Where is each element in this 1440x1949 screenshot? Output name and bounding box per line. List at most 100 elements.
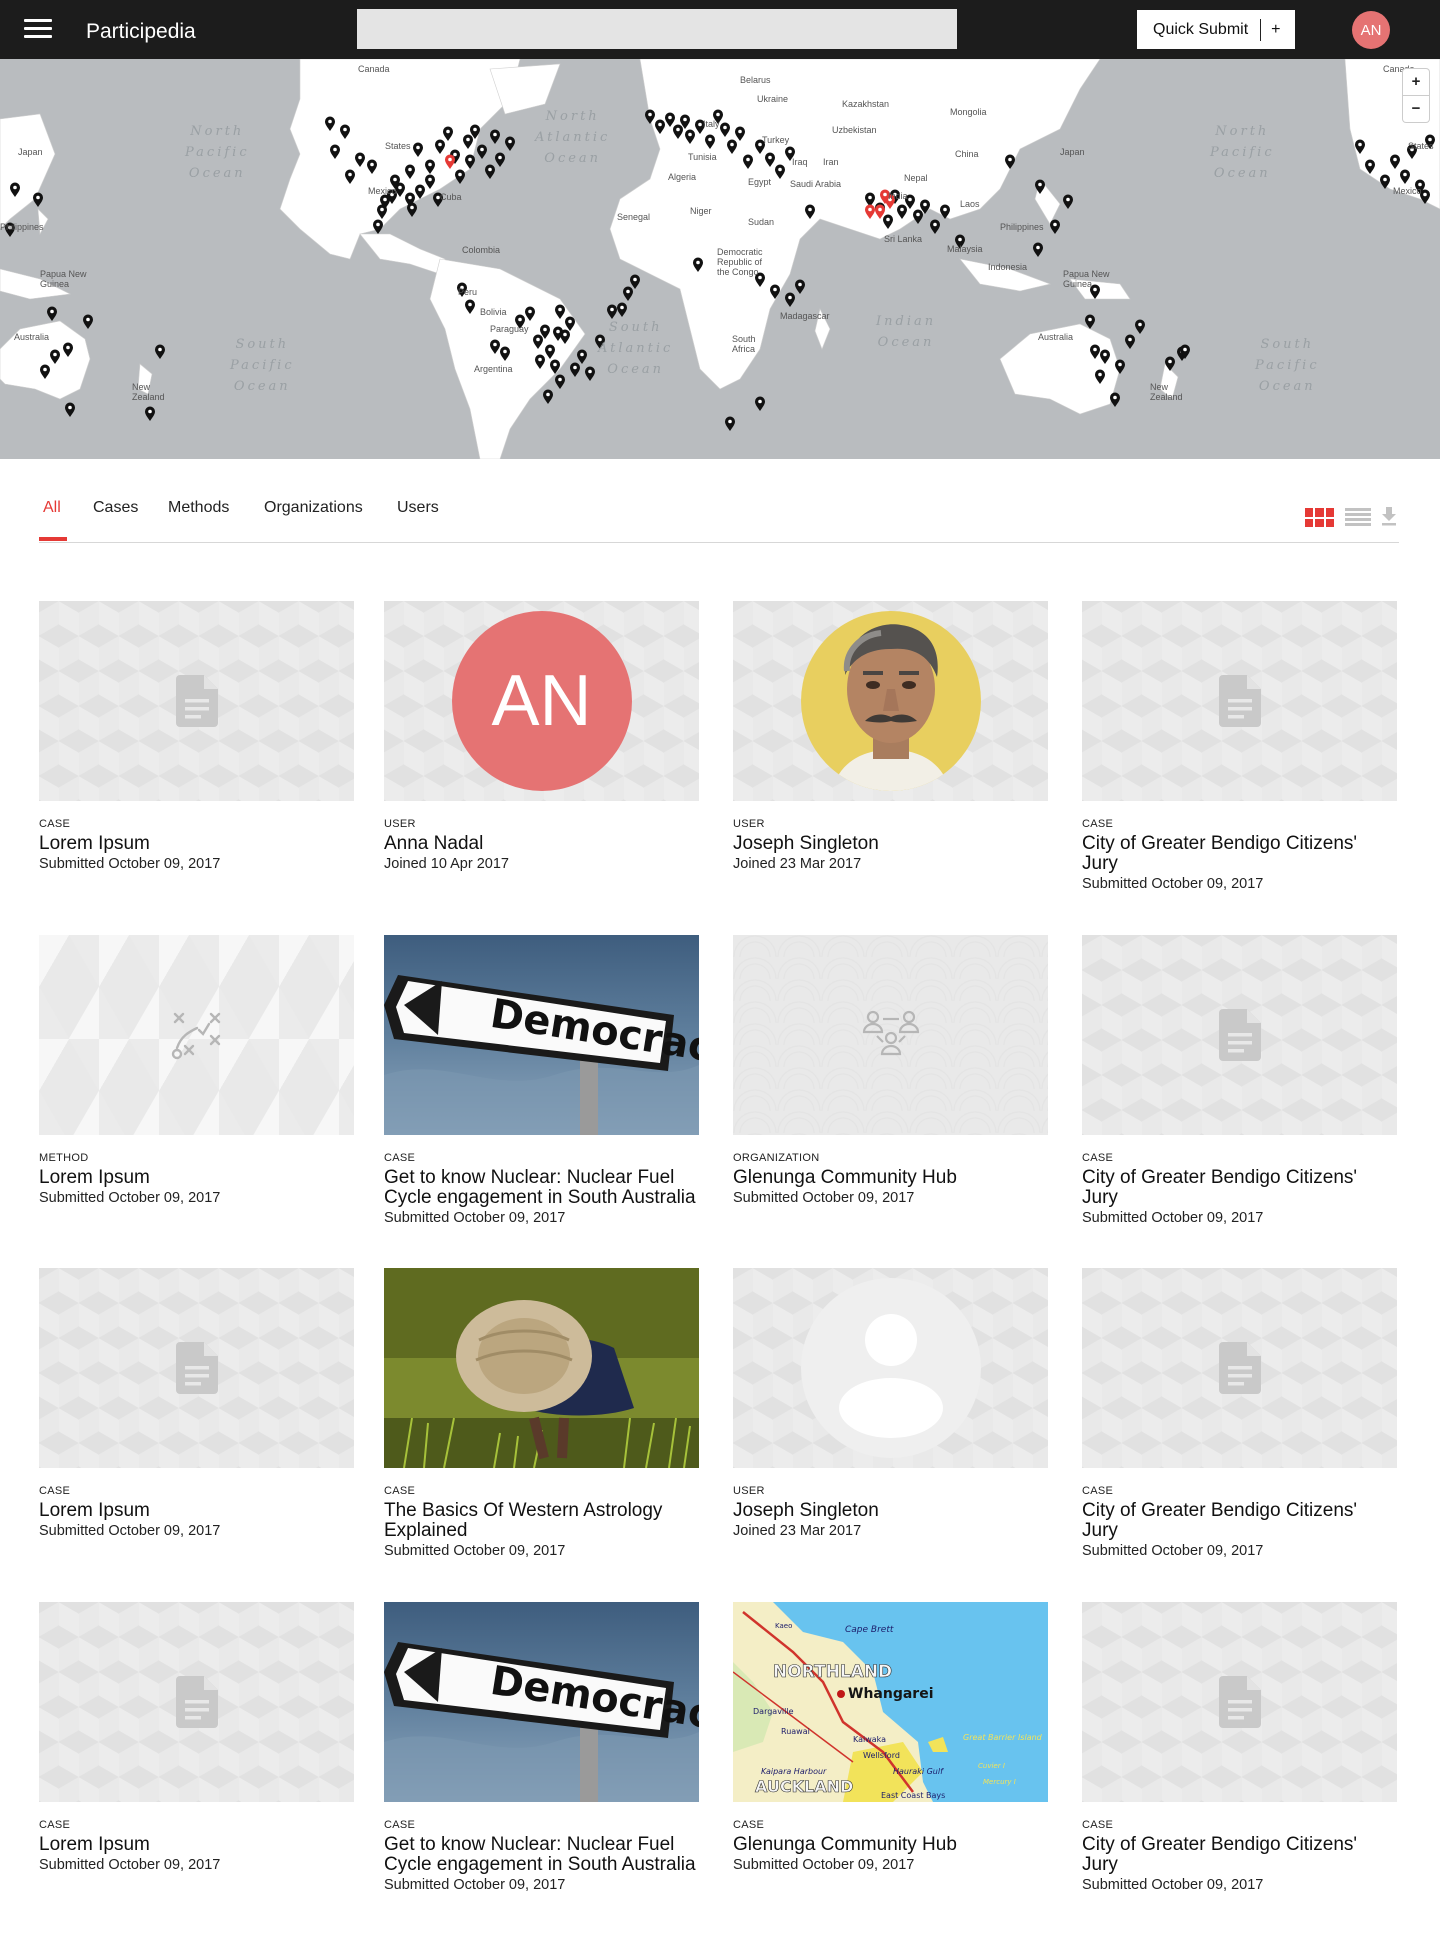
map-marker[interactable]: [630, 274, 640, 290]
result-card[interactable]: Cape Brett NORTHLAND Whangarei Dargavill…: [733, 1602, 1048, 1873]
map-marker[interactable]: [485, 164, 495, 180]
result-card[interactable]: METHOD Lorem Ipsum Submitted October 09, 2…: [39, 935, 354, 1206]
card-title[interactable]: Joseph Singleton: [733, 834, 1048, 854]
result-card[interactable]: CASE Lorem Ipsum Submitted October 09, 201…: [39, 1268, 354, 1539]
map-marker[interactable]: [725, 416, 735, 432]
tab-cases[interactable]: Cases: [93, 499, 138, 517]
map-marker[interactable]: [755, 396, 765, 412]
download-icon[interactable]: [1380, 505, 1398, 527]
card-thumbnail[interactable]: [384, 1268, 699, 1468]
card-thumbnail[interactable]: Democracy: [384, 1602, 699, 1802]
map-marker[interactable]: [505, 136, 515, 152]
search-input[interactable]: [357, 9, 957, 49]
map-marker[interactable]: [570, 362, 580, 378]
card-title[interactable]: The Basics Of Western Astrology Explaine…: [384, 1501, 699, 1541]
result-card[interactable]: CASE City of Greater Bendigo Citizens' Ju…: [1082, 1268, 1397, 1559]
tab-all[interactable]: All: [43, 499, 61, 517]
map-marker[interactable]: [145, 406, 155, 422]
map-marker[interactable]: [617, 302, 627, 318]
card-thumbnail[interactable]: [39, 1602, 354, 1802]
map-marker[interactable]: [795, 279, 805, 295]
card-title[interactable]: City of Greater Bendigo Citizens' Jury: [1082, 1168, 1397, 1208]
card-thumbnail[interactable]: [1082, 935, 1397, 1135]
card-title[interactable]: Lorem Ipsum: [39, 834, 354, 854]
map-marker[interactable]: [1063, 194, 1073, 210]
card-thumbnail[interactable]: [733, 935, 1048, 1135]
result-card[interactable]: AN USER Anna Nadal Joined 10 Apr 2017: [384, 601, 699, 872]
card-title[interactable]: City of Greater Bendigo Citizens' Jury: [1082, 834, 1397, 874]
map-marker[interactable]: [33, 192, 43, 208]
tab-organizations[interactable]: Organizations: [264, 499, 363, 517]
card-title[interactable]: City of Greater Bendigo Citizens' Jury: [1082, 1835, 1397, 1875]
map-marker[interactable]: [47, 306, 57, 322]
map-marker[interactable]: [1050, 219, 1060, 234]
result-card[interactable]: CASE Lorem Ipsum Submitted October 09, 201…: [39, 601, 354, 872]
card-title[interactable]: Lorem Ipsum: [39, 1168, 354, 1188]
card-thumbnail[interactable]: Democracy: [384, 935, 699, 1135]
user-avatar[interactable]: AN: [1352, 11, 1390, 49]
result-card[interactable]: CASE City of Greater Bendigo Citizens' Ju…: [1082, 1602, 1397, 1893]
card-thumbnail[interactable]: [1082, 601, 1397, 801]
result-card[interactable]: CASE City of Greater Bendigo Citizens' Ju…: [1082, 601, 1397, 892]
zoom-out-button[interactable]: −: [1403, 95, 1429, 122]
result-card[interactable]: CASE Lorem Ipsum Submitted October 09, 201…: [39, 1602, 354, 1873]
map-marker[interactable]: [83, 314, 93, 330]
result-card[interactable]: Democracy CASE Get to know Nuclear: Nucle…: [384, 1602, 699, 1893]
map-marker[interactable]: [65, 402, 75, 417]
card-title[interactable]: Glenunga Community Hub: [733, 1835, 1048, 1855]
map-marker[interactable]: [495, 152, 505, 168]
result-card[interactable]: ORGANIZATION Glenunga Community Hub Submit…: [733, 935, 1048, 1206]
card-title[interactable]: Anna Nadal: [384, 834, 699, 854]
map-marker[interactable]: [373, 219, 383, 234]
list-view-icon[interactable]: [1345, 508, 1371, 527]
map-marker[interactable]: [577, 349, 587, 365]
result-card[interactable]: CASE City of Greater Bendigo Citizens' Ju…: [1082, 935, 1397, 1226]
card-title[interactable]: Get to know Nuclear: Nuclear Fuel Cycle …: [384, 1835, 699, 1875]
card-title[interactable]: Lorem Ipsum: [39, 1501, 354, 1521]
map-marker[interactable]: [585, 366, 595, 382]
result-card[interactable]: USER Joseph Singleton Joined 23 Mar 2017: [733, 1268, 1048, 1539]
map-marker[interactable]: [407, 202, 417, 218]
result-card[interactable]: USER Joseph Singleton Joined 23 Mar 2017: [733, 601, 1048, 872]
result-card[interactable]: CASE The Basics Of Western Astrology Expl…: [384, 1268, 699, 1559]
map-marker[interactable]: [155, 344, 165, 360]
card-thumbnail[interactable]: [1082, 1268, 1397, 1468]
map-marker[interactable]: [930, 219, 940, 234]
world-map[interactable]: North Pacific Ocean North Atlantic Ocean…: [0, 59, 1440, 459]
card-title[interactable]: City of Greater Bendigo Citizens' Jury: [1082, 1501, 1397, 1541]
grid-view-icon[interactable]: [1305, 508, 1334, 527]
hamburger-menu-icon[interactable]: [24, 19, 52, 41]
zoom-in-button[interactable]: +: [1403, 69, 1429, 95]
card-thumbnail[interactable]: AN: [384, 601, 699, 801]
result-card[interactable]: Democracy CASE Get to know Nuclear: Nucle…: [384, 935, 699, 1226]
card-title[interactable]: Joseph Singleton: [733, 1501, 1048, 1521]
tab-users[interactable]: Users: [397, 499, 439, 517]
map-marker[interactable]: [1033, 242, 1043, 258]
map-marker[interactable]: [1085, 314, 1095, 330]
map-marker[interactable]: [1125, 334, 1135, 350]
map-marker[interactable]: [477, 144, 487, 160]
card-thumbnail[interactable]: [39, 935, 354, 1135]
quick-submit-button[interactable]: Quick Submit +: [1137, 10, 1295, 49]
map-marker[interactable]: [785, 292, 795, 308]
card-thumbnail[interactable]: [733, 1268, 1048, 1468]
map-marker[interactable]: [543, 389, 553, 405]
card-thumbnail[interactable]: [733, 601, 1048, 801]
card-thumbnail[interactable]: [1082, 1602, 1397, 1802]
card-title[interactable]: Get to know Nuclear: Nuclear Fuel Cycle …: [384, 1168, 699, 1208]
card-thumbnail[interactable]: [39, 1268, 354, 1468]
map-marker[interactable]: [913, 209, 923, 225]
map-marker[interactable]: [490, 129, 500, 145]
card-title[interactable]: Glenunga Community Hub: [733, 1168, 1048, 1188]
card-thumbnail[interactable]: Cape Brett NORTHLAND Whangarei Dargavill…: [733, 1602, 1048, 1802]
brand-logo[interactable]: Participedia: [86, 20, 196, 44]
map-marker[interactable]: [623, 286, 633, 302]
map-marker[interactable]: [1110, 392, 1120, 407]
map-marker[interactable]: [455, 169, 465, 185]
card-title[interactable]: Lorem Ipsum: [39, 1835, 354, 1855]
card-thumbnail[interactable]: [39, 601, 354, 801]
tab-methods[interactable]: Methods: [168, 499, 229, 517]
map-marker[interactable]: [555, 374, 565, 390]
map-marker[interactable]: [1135, 319, 1145, 335]
map-marker-dot: [943, 207, 947, 212]
